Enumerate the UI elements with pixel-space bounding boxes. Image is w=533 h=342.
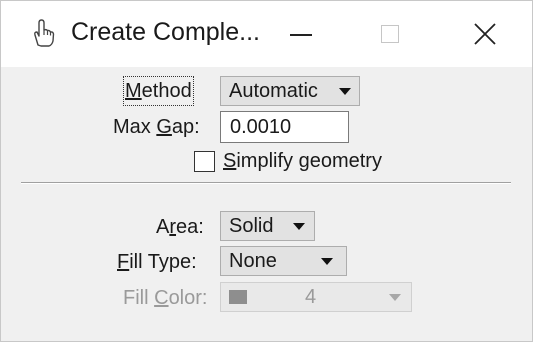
- method-label-mnemonic: M: [125, 80, 142, 102]
- section-divider: [21, 182, 511, 184]
- fill-color-dropdown[interactable]: 4: [220, 282, 412, 312]
- fill-type-value: None: [229, 250, 277, 272]
- chevron-down-icon: [321, 258, 333, 265]
- max-gap-input[interactable]: 0.0010: [220, 111, 349, 143]
- minimize-icon: [290, 34, 312, 36]
- hand-pointer-icon: [34, 19, 55, 47]
- max-gap-label-mnemonic: G: [156, 116, 172, 138]
- title-bar[interactable]: Create Comple...: [1, 1, 532, 67]
- area-label: Area:: [156, 214, 204, 240]
- close-button[interactable]: [449, 1, 519, 67]
- fill-type-label-text: ill Type:: [129, 251, 197, 273]
- area-dropdown[interactable]: Solid: [220, 211, 315, 241]
- chevron-down-icon: [293, 223, 305, 230]
- method-label-text: ethod: [141, 80, 192, 102]
- minimize-button[interactable]: [263, 1, 333, 67]
- max-gap-label-text: ap:: [171, 116, 200, 138]
- fill-color-label-pre: Fill: [123, 287, 155, 309]
- window-title: Create Comple...: [71, 18, 260, 46]
- simplify-geometry-label[interactable]: Simplify geometry: [223, 148, 382, 174]
- create-complex-dialog: Create Comple... Method Automatic Max Ga…: [0, 0, 533, 342]
- fill-color-value: 4: [305, 286, 317, 308]
- max-gap-label: Max Gap:: [113, 114, 200, 140]
- max-gap-label-pre: Max: [113, 116, 157, 138]
- area-value: Solid: [229, 215, 274, 237]
- fill-color-label-text: olor:: [168, 287, 208, 309]
- area-label-pre: A: [156, 216, 170, 238]
- area-label-mnemonic: r: [169, 216, 177, 238]
- simplify-label-mnemonic: S: [223, 150, 237, 172]
- fill-type-label-mnemonic: F: [117, 251, 130, 273]
- fill-color-label: Fill Color:: [123, 285, 207, 311]
- color-swatch: [229, 290, 247, 304]
- method-value: Automatic: [229, 80, 318, 102]
- area-label-text: ea:: [176, 216, 204, 238]
- fill-color-label-mnemonic: C: [154, 287, 169, 309]
- fill-type-dropdown[interactable]: None: [220, 246, 347, 276]
- simplify-geometry-checkbox[interactable]: [194, 151, 215, 172]
- method-label: Method: [123, 76, 194, 106]
- close-icon: [474, 23, 496, 45]
- simplify-label-text: implify geometry: [236, 150, 382, 172]
- fill-type-label: Fill Type:: [117, 249, 197, 275]
- chevron-down-icon: [389, 294, 401, 301]
- maximize-icon: [381, 25, 399, 43]
- chevron-down-icon: [339, 88, 351, 95]
- method-dropdown[interactable]: Automatic: [220, 76, 360, 106]
- maximize-button[interactable]: [356, 1, 426, 67]
